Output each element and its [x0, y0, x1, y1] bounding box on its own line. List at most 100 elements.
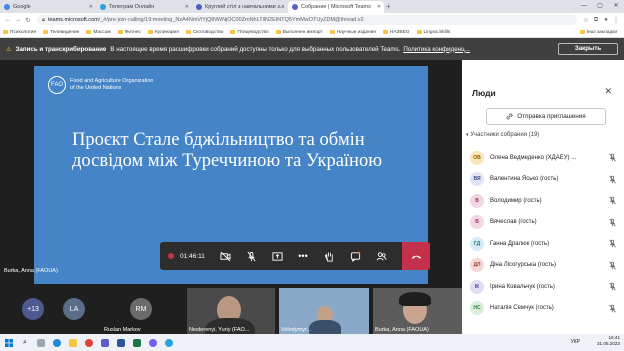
- other-bookmarks[interactable]: Інші закладки: [579, 30, 617, 35]
- task-view-icon: [37, 338, 45, 347]
- tab-label: Круглий стіл з навчальними з...: [205, 4, 285, 10]
- participant-row[interactable]: ІК Ірина Ковальчук (гость): [470, 276, 620, 298]
- recording-banner: ⚠ Запись и транскрибирование В настоящее…: [0, 38, 624, 60]
- taskbar-app[interactable]: [66, 337, 80, 349]
- taskbar-app[interactable]: [162, 337, 176, 349]
- bookmark-item[interactable]: Массаж: [86, 30, 111, 35]
- video-tile[interactable]: Burka, Anna (FAOUA): [373, 288, 462, 334]
- section-label: Участники собрания (19): [470, 132, 540, 138]
- chat-button[interactable]: [342, 242, 368, 270]
- teams-icon: [101, 338, 109, 347]
- bookmark-item[interactable]: Кулинария: [147, 30, 179, 35]
- mic-muted-icon: [609, 304, 616, 312]
- taskbar-app[interactable]: [98, 337, 112, 349]
- avatar[interactable]: RM: [130, 298, 152, 320]
- bookmark-item[interactable]: НАЗВЕО: [382, 30, 410, 35]
- mic-off-button[interactable]: [238, 242, 264, 270]
- start-button[interactable]: [2, 337, 16, 349]
- participant-row[interactable]: В Володимир (гость): [470, 190, 620, 212]
- camera-off-button[interactable]: [212, 242, 238, 270]
- leave-button[interactable]: [402, 242, 430, 270]
- avatar[interactable]: LA: [63, 298, 85, 320]
- extensions-icon[interactable]: ⧉: [591, 17, 601, 24]
- participant-row[interactable]: ДЛ Діна Лісогурська (гость): [470, 255, 620, 277]
- participant-row[interactable]: НС Наталія Семчук (гость): [470, 298, 620, 320]
- star-icon[interactable]: ☆: [581, 17, 591, 24]
- raise-hand-button[interactable]: [316, 242, 342, 270]
- language-indicator[interactable]: УКР: [571, 339, 580, 345]
- taskbar-app[interactable]: [82, 337, 96, 349]
- url-field[interactable]: 🔒︎ teams.microsoft.com/_#/pre-join-calli…: [37, 15, 577, 25]
- bookmark-item[interactable]: Скотоводство: [185, 30, 223, 35]
- avatar: ІК: [470, 279, 484, 294]
- close-tab-icon[interactable]: ✕: [185, 4, 189, 10]
- bookmark-item[interactable]: Птицеводство: [230, 30, 269, 35]
- reload-icon[interactable]: ↻: [23, 17, 33, 24]
- participant-row[interactable]: В Вячеслав (гость): [470, 212, 620, 234]
- taskbar-app[interactable]: [146, 337, 160, 349]
- video-tile[interactable]: Nesterenyi, Yuriy (FAO...: [187, 288, 275, 334]
- video-tile[interactable]: Volodymyr...: [279, 288, 369, 334]
- forward-icon[interactable]: →: [13, 17, 23, 23]
- menu-icon[interactable]: ⋮: [611, 17, 621, 24]
- avatar: В: [470, 193, 484, 208]
- bookmark-item[interactable]: Психология: [3, 30, 36, 35]
- participant-row[interactable]: ГД Ганна Дралюк (гость): [470, 233, 620, 255]
- teams-favicon-icon: [292, 4, 298, 10]
- folder-icon: [230, 30, 236, 34]
- minimize-icon[interactable]: —: [576, 0, 592, 13]
- taskbar-app[interactable]: [50, 337, 64, 349]
- search-button[interactable]: ⌕: [18, 337, 32, 349]
- people-icon: [376, 251, 386, 260]
- browser-tab-active[interactable]: Собрание | Microsoft Teams ✕: [288, 1, 384, 13]
- edge-icon: [53, 338, 61, 347]
- participant-row[interactable]: ВЯ Валентина Ясько (гость): [470, 169, 620, 191]
- close-window-icon[interactable]: ✕: [608, 0, 624, 13]
- folder-icon: [42, 30, 48, 34]
- taskbar-app[interactable]: [34, 337, 48, 349]
- more-actions-button[interactable]: •••: [290, 242, 316, 270]
- video-gallery: +13 LA RM Ruslan Markov Nesterenyi, Yuri…: [0, 284, 462, 334]
- system-clock[interactable]: 16:41 31.05.2023: [597, 335, 620, 347]
- bookmark-item[interactable]: Lingva.Skills: [416, 30, 450, 35]
- participants-section-toggle[interactable]: ▾ Участники собрания (19): [466, 132, 539, 138]
- maximize-icon[interactable]: ▢: [592, 0, 608, 13]
- folder-icon: [117, 30, 123, 34]
- share-screen-button[interactable]: [264, 242, 290, 270]
- mic-muted-icon: [609, 196, 616, 205]
- close-panel-icon[interactable]: ✕: [604, 86, 612, 97]
- lock-icon: 🔒︎: [42, 16, 45, 23]
- participant-name: Вячеслав (гость): [490, 219, 537, 226]
- folder-icon: [3, 30, 8, 34]
- taskbar-app[interactable]: [130, 337, 144, 349]
- close-banner-button[interactable]: Закрыть: [558, 43, 618, 55]
- participant-name: Volodymyr...: [281, 327, 311, 333]
- close-tab-icon[interactable]: ✕: [89, 4, 93, 10]
- profile-icon[interactable]: ●: [601, 17, 611, 23]
- telegram-icon: [165, 338, 173, 347]
- browser-tab[interactable]: Круглий стіл з навчальними з... ✕: [192, 1, 288, 13]
- overflow-participants[interactable]: +13: [22, 298, 44, 320]
- folder-icon: [416, 30, 422, 34]
- avatar: ГД: [470, 236, 484, 251]
- bookmark-item[interactable]: Научные издания: [329, 30, 376, 35]
- privacy-link[interactable]: Политика конфиденц...: [403, 46, 469, 53]
- link-icon: [506, 113, 513, 120]
- browser-tab[interactable]: Google ✕: [0, 1, 96, 13]
- bookmark-item[interactable]: Выполнен импорт: [275, 30, 323, 35]
- browser-tab[interactable]: Телеграм Онлайн ✕: [96, 1, 192, 13]
- send-invite-button[interactable]: Отправка приглашения: [486, 108, 606, 125]
- more-icon: •••: [298, 251, 308, 261]
- clock-date: 31.05.2023: [597, 341, 620, 346]
- people-button[interactable]: [368, 242, 394, 270]
- taskbar-app[interactable]: [114, 337, 128, 349]
- close-tab-icon[interactable]: ✕: [377, 4, 381, 10]
- back-icon[interactable]: ←: [3, 17, 13, 23]
- new-tab-icon[interactable]: +: [386, 1, 391, 13]
- bookmark-item[interactable]: Телевидение: [42, 30, 79, 35]
- bookmark-item[interactable]: Фитнес: [117, 30, 141, 35]
- address-bar-row: ← → ↻ 🔒︎ teams.microsoft.com/_#/pre-join…: [0, 13, 624, 27]
- screen: Google ✕ Телеграм Онлайн ✕ Круглий стіл …: [0, 0, 624, 351]
- participant-row[interactable]: ОВ Олена Ведмеденко (ХДАЕУ) ...: [470, 147, 620, 169]
- close-tab-icon[interactable]: ✕: [281, 4, 285, 10]
